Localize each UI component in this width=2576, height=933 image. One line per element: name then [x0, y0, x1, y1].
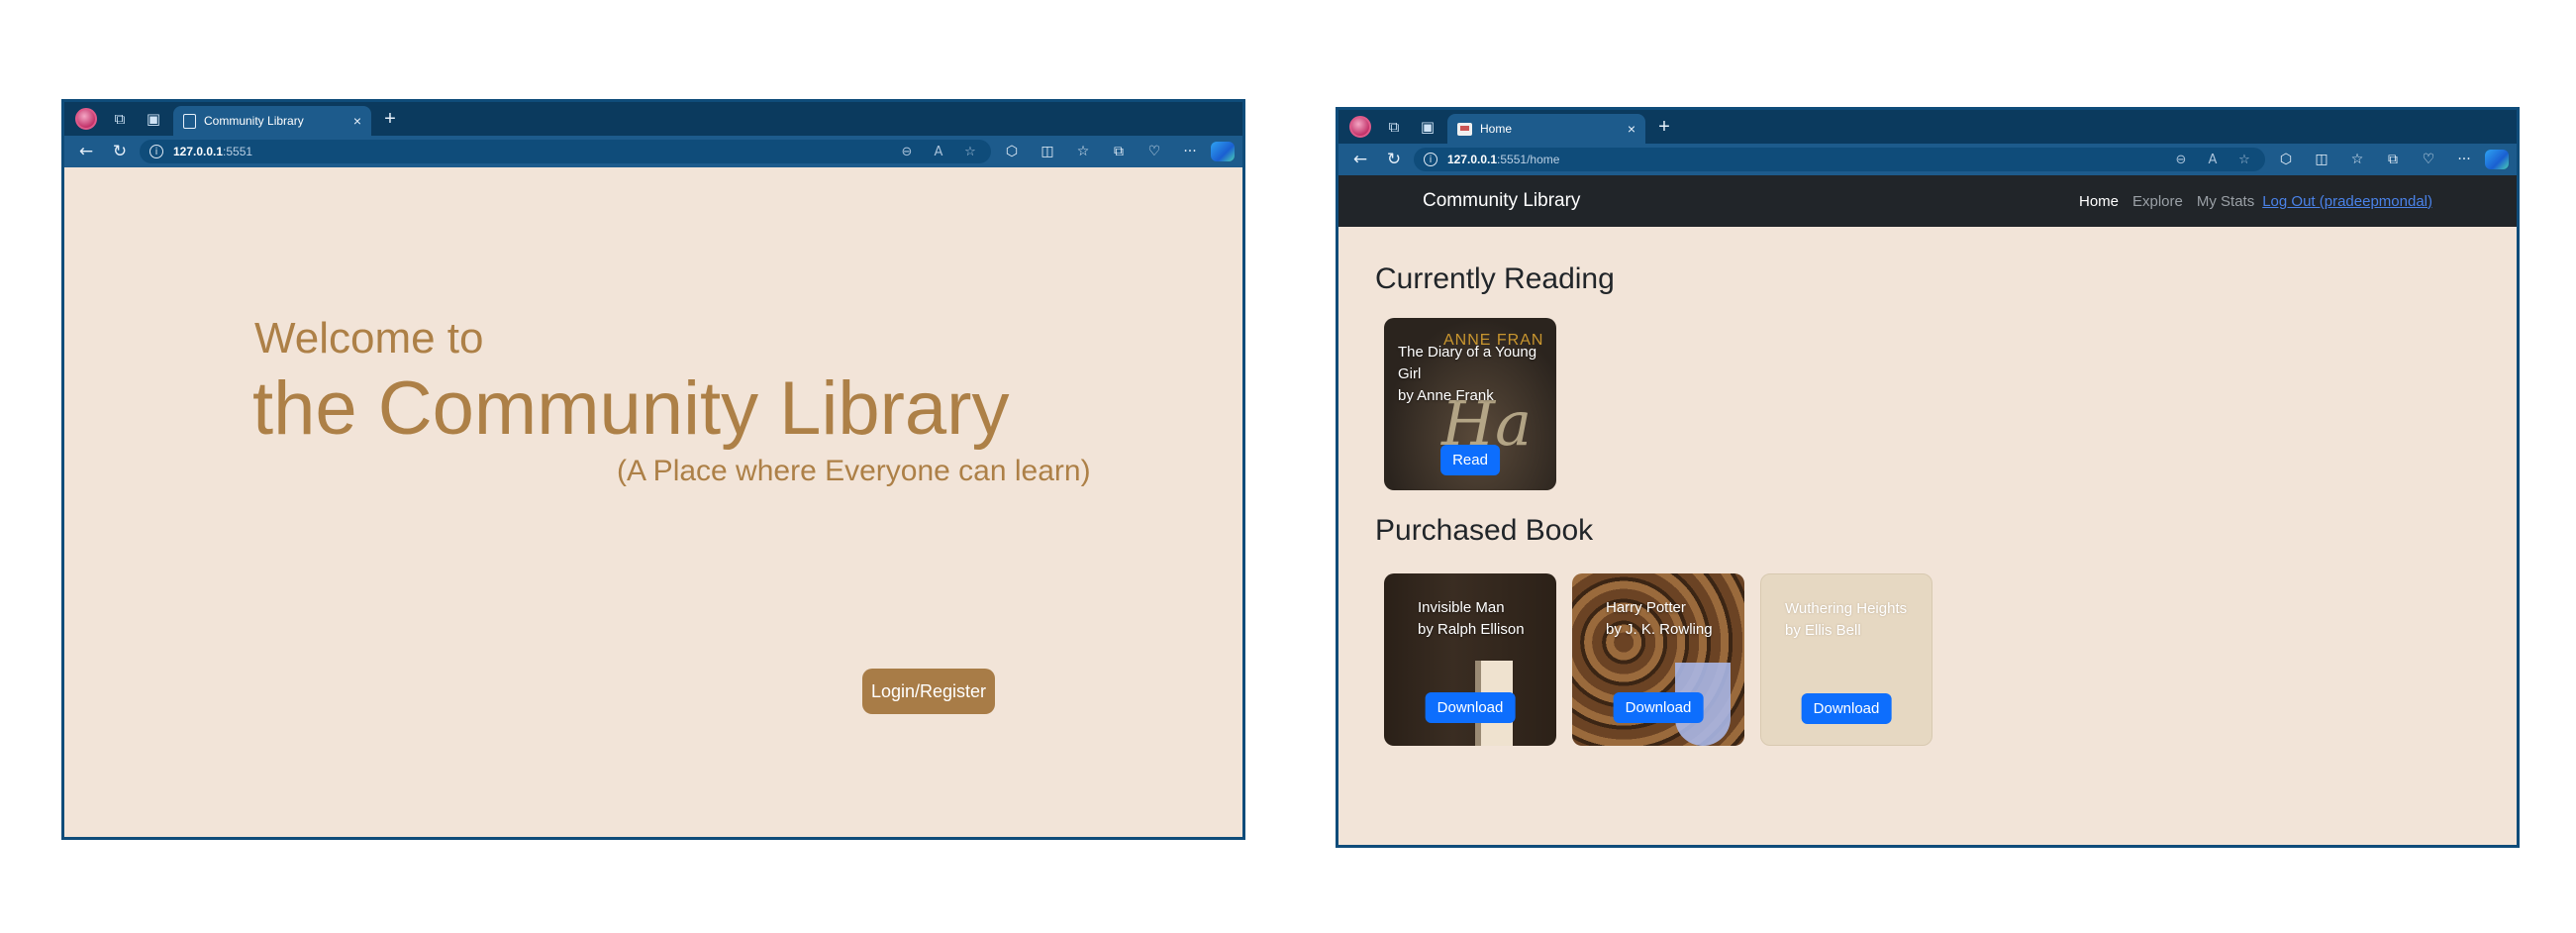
avatar-icon [1349, 116, 1371, 138]
back-button[interactable]: ← [72, 139, 100, 164]
copilot-icon[interactable] [2485, 150, 2509, 169]
url-text: 127.0.0.1:5551/home [1447, 153, 1559, 166]
nav-link-my-stats[interactable]: My Stats [2197, 193, 2254, 210]
tab-actions-icon[interactable]: ▣ [1414, 113, 1441, 141]
new-tab-button[interactable]: + [377, 108, 403, 131]
book-author: by Ralph Ellison [1418, 621, 1525, 638]
navbar-links: Home Explore My Stats Log Out (pradeepmo… [2079, 193, 2432, 210]
book-card-diary[interactable]: ANNE FRAN Ha The Diary of a Young Girl b… [1384, 318, 1556, 490]
book-card-harry-potter[interactable]: Harry Potter by J. K. Rowling Download [1572, 573, 1744, 746]
tagline: (A Place where Everyone can learn) [617, 455, 1091, 487]
browser-window-landing: ⧉ ▣ Community Library × + ← ↻ i 127.0.0.… [61, 99, 1245, 840]
book-info: Invisible Man by Ralph Ellison [1418, 597, 1548, 641]
collections-icon[interactable]: ⧉ [1104, 144, 1134, 159]
welcome-heading-small: Welcome to [254, 314, 484, 363]
tab-home[interactable]: Home × [1447, 114, 1645, 144]
nav-link-home[interactable]: Home [2079, 193, 2119, 210]
more-menu-icon[interactable]: ··· [1175, 144, 1205, 159]
page-viewport: Welcome to the Community Library (A Plac… [64, 167, 1242, 837]
book-title: Wuthering Heights [1785, 600, 1908, 617]
url-path: :5551/home [1497, 153, 1560, 166]
new-tab-button[interactable]: + [1651, 116, 1677, 139]
url-host: 127.0.0.1 [173, 145, 224, 158]
page-favicon-icon [1457, 122, 1472, 136]
tab-bar: ⧉ ▣ Home × + [1338, 110, 2517, 144]
extensions-icon[interactable]: ⬡ [997, 144, 1027, 159]
book-info: Wuthering Heights by Ellis Bell [1785, 598, 1924, 642]
workspaces-icon[interactable]: ⧉ [1380, 113, 1408, 141]
extensions-icon[interactable]: ⬡ [2271, 152, 2301, 167]
nav-link-explore[interactable]: Explore [2132, 193, 2183, 210]
split-screen-icon[interactable]: ◫ [1033, 144, 1062, 159]
more-menu-icon[interactable]: ··· [2449, 152, 2479, 167]
url-host: 127.0.0.1 [1447, 153, 1498, 166]
favorites-icon[interactable]: ☆ [1068, 144, 1098, 159]
book-info: Harry Potter by J. K. Rowling [1606, 597, 1736, 641]
tab-bar: ⧉ ▣ Community Library × + [64, 102, 1242, 136]
read-button[interactable]: Read [1440, 445, 1500, 475]
workspaces-icon[interactable]: ⧉ [106, 105, 134, 133]
page-favicon-icon [183, 113, 196, 129]
browser-essentials-icon[interactable]: ♡ [2414, 152, 2443, 167]
book-title: Invisible Man [1418, 599, 1505, 616]
back-button[interactable]: ← [1346, 147, 1374, 172]
read-aloud-icon[interactable]: A [928, 145, 949, 159]
browser-essentials-icon[interactable]: ♡ [1139, 144, 1169, 159]
site-navbar: Community Library Home Explore My Stats … [1338, 175, 2517, 227]
book-author: by Ellis Bell [1785, 622, 1861, 639]
login-register-button[interactable]: Login/Register [862, 669, 995, 714]
favorites-icon[interactable]: ☆ [2342, 152, 2372, 167]
address-bar[interactable]: i 127.0.0.1:5551/home ⊖ A ☆ [1414, 148, 2265, 171]
favorite-star-icon[interactable]: ☆ [959, 145, 981, 159]
zoom-icon[interactable]: ⊖ [2170, 153, 2192, 167]
book-author: by J. K. Rowling [1606, 621, 1713, 638]
navbar-brand[interactable]: Community Library [1423, 190, 1580, 212]
address-bar[interactable]: i 127.0.0.1:5551 ⊖ A ☆ [140, 140, 991, 163]
tab-title: Home [1480, 122, 1513, 136]
collections-icon[interactable]: ⧉ [2378, 152, 2408, 167]
browser-window-home: ⧉ ▣ Home × + ← ↻ i 127.0.0.1:5551/home ⊖… [1336, 107, 2520, 848]
tab-title: Community Library [204, 114, 304, 128]
download-button[interactable]: Download [1613, 692, 1704, 723]
logout-link[interactable]: Log Out (pradeepmondal) [2262, 193, 2432, 210]
page-viewport: Community Library Home Explore My Stats … [1338, 175, 2517, 845]
reload-button[interactable]: ↻ [106, 139, 134, 164]
read-aloud-icon[interactable]: A [2202, 153, 2224, 167]
book-info: The Diary of a Young Girl by Anne Frank [1398, 342, 1548, 407]
reload-button[interactable]: ↻ [1380, 147, 1408, 172]
address-toolbar: ← ↻ i 127.0.0.1:5551 ⊖ A ☆ ⬡ ◫ ☆ ⧉ ♡ ··· [64, 136, 1242, 167]
profile-avatar[interactable] [1346, 113, 1374, 141]
tab-community-library[interactable]: Community Library × [173, 106, 371, 136]
url-text: 127.0.0.1:5551 [173, 145, 252, 158]
book-card-invisible-man[interactable]: Invisible Man by Ralph Ellison Download [1384, 573, 1556, 746]
url-path: :5551 [223, 145, 253, 158]
split-screen-icon[interactable]: ◫ [2307, 152, 2336, 167]
download-button[interactable]: Download [1425, 692, 1516, 723]
site-info-icon[interactable]: i [1424, 153, 1437, 166]
book-title: Harry Potter [1606, 599, 1686, 616]
favorite-star-icon[interactable]: ☆ [2233, 153, 2255, 167]
profile-avatar[interactable] [72, 105, 100, 133]
copilot-icon[interactable] [1211, 142, 1235, 161]
site-info-icon[interactable]: i [149, 145, 163, 158]
currently-reading-heading: Currently Reading [1375, 262, 1615, 295]
address-toolbar: ← ↻ i 127.0.0.1:5551/home ⊖ A ☆ ⬡ ◫ ☆ ⧉ … [1338, 144, 2517, 175]
book-card-wuthering-heights[interactable]: Wuthering Heights by Ellis Bell Download [1760, 573, 1932, 746]
avatar-icon [75, 108, 97, 130]
download-button[interactable]: Download [1801, 693, 1892, 724]
welcome-heading-large: the Community Library [252, 366, 1010, 451]
book-title: The Diary of a Young Girl [1398, 344, 1537, 382]
book-author: by Anne Frank [1398, 387, 1494, 404]
close-tab-icon[interactable]: × [1628, 121, 1635, 137]
zoom-icon[interactable]: ⊖ [896, 145, 918, 159]
tab-actions-icon[interactable]: ▣ [140, 105, 167, 133]
purchased-book-heading: Purchased Book [1375, 514, 1594, 547]
close-tab-icon[interactable]: × [353, 113, 361, 129]
